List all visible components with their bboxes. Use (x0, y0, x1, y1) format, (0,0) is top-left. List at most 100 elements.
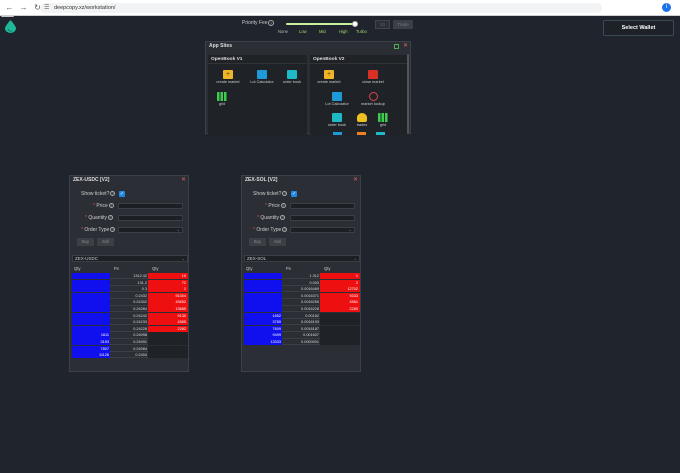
orderbook-row[interactable]: 7609 0.0016187 (244, 325, 360, 333)
level-mid: Mid (319, 29, 326, 34)
select-wallet-button[interactable]: Select Wallet (603, 20, 674, 36)
orderbook-row[interactable]: 0.24228 2282 (72, 325, 188, 333)
orderbook-row[interactable]: 7807 0.24084 (72, 345, 188, 353)
orderbook-header: Qty Px Qty (246, 266, 331, 271)
ask-qty-cell (148, 352, 188, 359)
ask-qty-cell (320, 332, 360, 339)
priority-fee-input[interactable]: 10 (375, 20, 390, 29)
magnifier-icon (368, 92, 378, 101)
column-title: OpenBook V2 (310, 55, 409, 64)
trade-panel-zex-sol: ZEX-SOL [V2] ✕ Show ticket?? ✓ * Price? … (241, 175, 361, 372)
orderbook-row[interactable]: 3765 0.0016193 (244, 319, 360, 326)
slider-thumb[interactable] (352, 21, 358, 27)
bid-qty-cell (244, 279, 282, 286)
orderbook-row[interactable]: 0.0016371 9333 (244, 292, 360, 300)
orderbook-row[interactable]: 1.312 1 (244, 273, 360, 280)
orderbook-row[interactable]: 13333 0.0000001 (244, 338, 360, 346)
price-cell: 0.0016469 (282, 286, 320, 293)
app-close-market-v2[interactable]: close market (359, 70, 387, 84)
orderbook-row[interactable]: 131.2 72 (72, 279, 188, 287)
orderbook-row[interactable]: 3193 0.24091 (72, 338, 188, 346)
info-icon[interactable]: ? (268, 20, 274, 26)
app-lot-calculator-v2[interactable]: Lot Calculator (323, 92, 351, 106)
forward-icon[interactable]: → (19, 3, 28, 12)
orderbook-row[interactable]: 0.3 1 (72, 286, 188, 293)
orderbook-row[interactable]: 0.24302 43652 (72, 299, 188, 306)
orderbook-row[interactable]: 0.0016255 4561 (244, 299, 360, 306)
ask-qty-cell (148, 332, 188, 339)
close-icon[interactable]: ✕ (353, 177, 358, 184)
price-input[interactable] (118, 203, 183, 209)
price-cell: 0.0016255 (282, 299, 320, 306)
profile-avatar[interactable]: i (662, 3, 671, 12)
ask-qty-cell: 9130 (148, 312, 188, 319)
price-input[interactable] (290, 203, 355, 209)
orderbook-row[interactable]: 0.0016469 12702 (244, 286, 360, 293)
show-ticket-label: Show ticket?? (253, 191, 288, 197)
app-lot-calculator-v1[interactable]: Lot Calculator (248, 70, 276, 84)
orderbook-row[interactable]: 0.2432 91304 (72, 292, 188, 300)
ask-qty-cell: 2282 (148, 325, 188, 332)
price-cell: 0.24091 (110, 339, 148, 346)
app-market-lookup-v2[interactable]: market lookup (359, 92, 387, 106)
price-cell: 131.2 (110, 280, 148, 286)
app-create-market-v2[interactable]: + create market (315, 70, 343, 84)
orderbook-row[interactable]: 1611 0.24098 (72, 332, 188, 339)
orderbook-row[interactable]: 0.24284 13685 (72, 305, 188, 313)
ask-qty-cell (148, 345, 188, 352)
price-cell: 0.24284 (110, 306, 148, 313)
orderbook-row[interactable]: 0.24233 4565 (72, 319, 188, 326)
order-type-select[interactable]: ⌄ (118, 227, 183, 233)
back-icon[interactable]: ← (5, 3, 14, 12)
app-grid-v1[interactable]: grid (208, 92, 236, 106)
orderbook-row[interactable]: 0.24242 9130 (72, 312, 188, 320)
app-create-market-v1[interactable]: + create market (214, 70, 242, 84)
sell-button[interactable]: Sell (269, 238, 286, 246)
price-cell: 0.0016228 (282, 306, 320, 313)
orderbook-row[interactable]: 11126 0.2404 (72, 352, 188, 359)
droplet-logo-icon[interactable] (5, 20, 16, 33)
calculator-icon (257, 70, 267, 79)
app-order-book-v1[interactable]: order book (278, 70, 306, 84)
sell-button[interactable]: Sell (97, 238, 114, 246)
scrollbar[interactable] (407, 54, 409, 134)
level-high: High (339, 29, 348, 34)
site-info-icon[interactable]: ☰ (44, 3, 49, 13)
orderbook-row[interactable]: 1652 0.00162 (244, 312, 360, 320)
bid-qty-cell (244, 305, 282, 313)
market-select[interactable]: ZEX-USDC ⌄ (72, 255, 188, 262)
app-order-book-v2[interactable]: order book (323, 113, 351, 127)
price-cell: 0.24084 (110, 346, 148, 352)
address-bar[interactable]: ☰ deepcopy.xz/workstation/ (40, 3, 602, 13)
orderbook-row[interactable]: 0.003 2 (244, 279, 360, 287)
close-icon[interactable]: ✕ (403, 43, 408, 50)
show-ticket-checkbox[interactable]: ✓ (119, 191, 125, 197)
maximize-icon[interactable] (394, 44, 399, 49)
buy-button[interactable]: Buy (249, 238, 266, 246)
order-type-select[interactable]: ⌄ (290, 227, 355, 233)
app-sites-panel: App Sites ✕ OpenBook V1 + create market … (205, 41, 411, 135)
bid-qty-cell: 3765 (244, 319, 282, 326)
show-ticket-checkbox[interactable]: ✓ (291, 191, 297, 197)
ask-qty-cell (320, 338, 360, 346)
orderbook-row[interactable]: 9499 0.001607 (244, 332, 360, 339)
market-select[interactable]: ZEX-SOL ⌄ (244, 255, 360, 262)
orderbook-row[interactable]: 1312.42 10 (72, 273, 188, 280)
price-cell: 0.001607 (282, 332, 320, 339)
trade-button[interactable]: Trade (393, 20, 413, 29)
app-grid-v2[interactable]: grid (369, 113, 397, 127)
buy-button[interactable]: Buy (77, 238, 94, 246)
trade-panel-zex-usdc: ZEX-USDC [V2] ✕ Show ticket?? ✓ * Price?… (69, 175, 189, 372)
bid-qty-cell (72, 279, 110, 286)
ask-qty-cell: 13685 (148, 305, 188, 313)
bid-qty-cell (244, 273, 282, 280)
close-icon[interactable]: ✕ (181, 177, 186, 184)
grid-icon (378, 113, 388, 122)
priority-fee-slider[interactable] (286, 23, 356, 25)
quantity-input[interactable] (290, 215, 355, 221)
quantity-input[interactable] (118, 215, 183, 221)
orderbook-row[interactable]: 0.0016228 2283 (244, 305, 360, 313)
price-cell: 0.0016371 (282, 293, 320, 299)
price-cell: 1.312 (282, 273, 320, 280)
quantity-label: * Quantity? (257, 215, 285, 221)
